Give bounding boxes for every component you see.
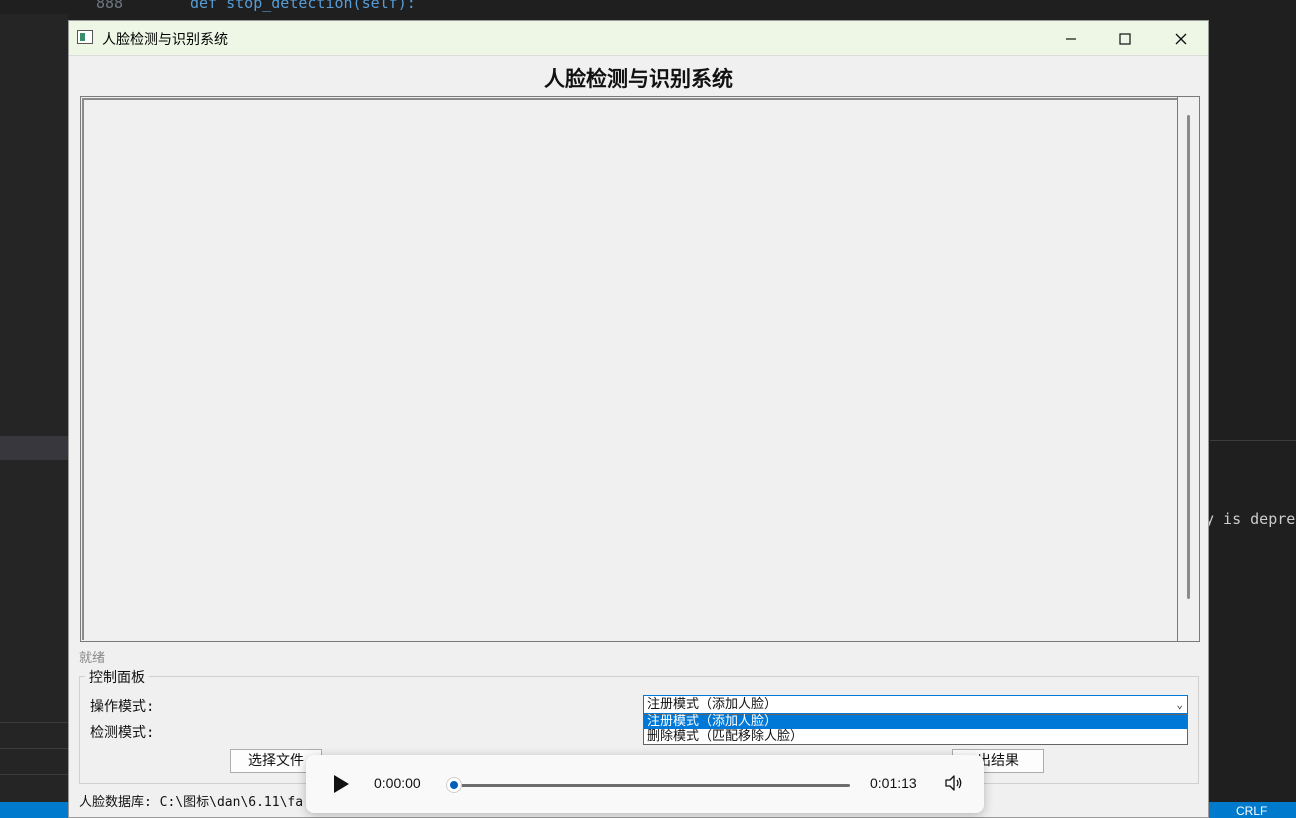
window-title: 人脸检测与识别系统 — [102, 32, 228, 48]
scrollbar-thumb[interactable] — [1187, 115, 1190, 599]
ide-status-eol[interactable]: CRLF — [1236, 804, 1267, 818]
display-frame — [82, 98, 1178, 640]
app-window: 人脸检测与识别系统 人脸检测与识别系统 就绪 控制面板 操作模式: 检测模式: … — [68, 20, 1209, 818]
ide-divider — [0, 748, 68, 749]
database-path-label: 人脸数据库: C:\图标\dan\6.11\fa — [79, 795, 304, 810]
ide-warning-text: y is depre — [1205, 510, 1296, 528]
close-button[interactable] — [1153, 21, 1209, 55]
ide-divider — [0, 774, 68, 775]
ide-line-number: 888 — [96, 0, 124, 12]
ide-selected-row — [0, 436, 68, 460]
dropdown-option-delete[interactable]: 删除模式（匹配移除人脸） — [644, 730, 1187, 744]
current-time: 0:00:00 — [374, 775, 421, 791]
seek-bar-thumb[interactable] — [447, 778, 461, 792]
title-bar[interactable]: 人脸检测与识别系统 — [69, 21, 1208, 56]
volume-icon[interactable] — [943, 772, 965, 794]
app-icon — [77, 30, 93, 44]
operation-mode-dropdown: 注册模式（添加人脸） 删除模式（匹配移除人脸） — [643, 714, 1188, 745]
ide-code-line: def stop_detection(self): — [190, 0, 416, 12]
seek-bar[interactable] — [454, 784, 850, 787]
ide-side-panel — [0, 0, 68, 818]
video-display-area — [80, 96, 1200, 642]
chevron-down-icon: ⌄ — [1176, 698, 1183, 711]
close-icon — [1175, 33, 1187, 44]
ide-divider — [0, 722, 68, 723]
status-label: 就绪 — [79, 651, 106, 666]
operation-mode-label: 操作模式: — [90, 699, 155, 715]
control-panel-title: 控制面板 — [85, 667, 149, 687]
play-icon[interactable] — [334, 775, 349, 793]
ide-code-editor: 888 def stop_detection(self): — [0, 0, 1296, 14]
app-heading: 人脸检测与识别系统 — [544, 66, 733, 91]
minimize-icon — [1066, 37, 1076, 40]
maximize-icon — [1119, 32, 1131, 45]
operation-mode-select[interactable]: 注册模式（添加人脸） ⌄ — [643, 695, 1188, 714]
media-player-controls: 0:00:00 0:01:13 — [306, 755, 984, 813]
ide-panel-divider — [1210, 440, 1296, 441]
maximize-button[interactable] — [1097, 21, 1153, 55]
minimize-button[interactable] — [1043, 21, 1099, 55]
dropdown-option-register[interactable]: 注册模式（添加人脸） — [644, 715, 1187, 729]
vertical-scrollbar[interactable] — [1177, 97, 1199, 641]
total-time: 0:01:13 — [870, 775, 917, 791]
detection-mode-label: 检测模式: — [90, 725, 155, 741]
operation-mode-selected: 注册模式（添加人脸） — [647, 697, 778, 712]
